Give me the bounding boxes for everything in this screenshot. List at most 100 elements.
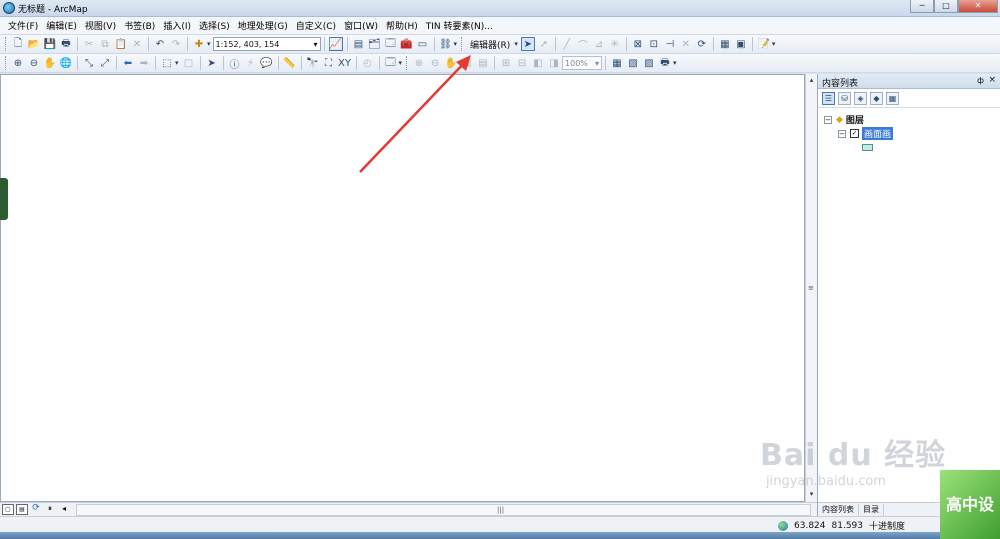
table-icon[interactable]: ▤	[352, 37, 366, 51]
edit-vertices-icon[interactable]: ⊠	[631, 37, 645, 51]
rotate-icon[interactable]: ⟳	[695, 37, 709, 51]
delete-icon[interactable]: ✕	[130, 37, 144, 51]
toolbar-overflow-icon[interactable]: ▾	[673, 59, 677, 67]
collapse-icon[interactable]: −	[824, 115, 832, 124]
chevron-down-icon[interactable]: ▾	[514, 40, 518, 48]
options-icon[interactable]: ▦	[886, 91, 899, 105]
zoom-whole-page-icon[interactable]: ▣	[460, 56, 474, 70]
identify-icon[interactable]: ⓘ	[228, 56, 242, 71]
open-icon[interactable]: 📂	[27, 37, 41, 51]
toc-symbol-row[interactable]	[862, 144, 873, 151]
menu-insert[interactable]: 插入(I)	[159, 19, 195, 32]
attributes-icon[interactable]: ▦	[718, 37, 732, 51]
collapsed-window-tab[interactable]	[0, 178, 8, 220]
close-button[interactable]: ✕	[958, 0, 998, 13]
pin-icon[interactable]: ф	[977, 76, 984, 85]
redo-icon[interactable]: ↷	[169, 37, 183, 51]
menu-file[interactable]: 文件(F)	[4, 19, 42, 32]
menu-customize[interactable]: 自定义(C)	[292, 19, 340, 32]
toolbar-grip[interactable]	[5, 37, 8, 51]
sketch-properties-icon[interactable]: ▣	[734, 37, 748, 51]
list-by-selection-icon[interactable]: ◆	[870, 91, 883, 105]
print-icon[interactable]: 🖶	[59, 37, 73, 51]
paste-icon[interactable]: 📋	[114, 37, 128, 51]
back-icon[interactable]: ⬅	[121, 56, 135, 70]
toolbar-grip[interactable]	[406, 56, 409, 70]
map-horizontal-scrollbar[interactable]: |||	[76, 503, 811, 516]
focus-data-frame-icon[interactable]: ▧	[626, 56, 640, 70]
hyperlink-icon[interactable]: ⚡	[244, 56, 258, 70]
edit-tool-icon[interactable]: ➤	[520, 37, 535, 51]
scroll-up-icon[interactable]: ▴	[806, 76, 817, 86]
go-to-xy-icon[interactable]: XY	[338, 56, 352, 70]
toc-layer-row[interactable]: − ✓ 画面画	[838, 127, 894, 140]
menu-help[interactable]: 帮助(H)	[382, 19, 422, 32]
new-icon[interactable]: 🗋	[11, 37, 25, 51]
toolbar-overflow-icon[interactable]: ▾	[399, 59, 403, 67]
undo-icon[interactable]: ↶	[153, 37, 167, 51]
scroll-left-icon[interactable]: ◂	[58, 504, 70, 515]
layout-view-button[interactable]: ▤	[16, 504, 28, 515]
maximize-button[interactable]: □	[934, 0, 958, 13]
chevron-down-icon[interactable]: ▾	[175, 59, 179, 67]
toolbar-overflow-icon[interactable]: ▾	[772, 40, 776, 48]
menu-geoprocessing[interactable]: 地理处理(G)	[234, 19, 292, 32]
map-display[interactable]	[0, 74, 805, 502]
pause-drawing-button[interactable]: ⏸	[44, 504, 56, 515]
menu-edit[interactable]: 编辑(E)	[42, 19, 81, 32]
forward-icon[interactable]: ➡	[137, 56, 151, 70]
point-icon[interactable]: ✳	[608, 37, 622, 51]
layout-zoom-out-icon[interactable]: ⊖	[428, 56, 442, 70]
full-extent-icon[interactable]: 🌐	[59, 56, 73, 70]
menu-bookmarks[interactable]: 书签(B)	[120, 19, 159, 32]
select-features-icon[interactable]: ⬚	[160, 56, 174, 70]
scroll-thumb[interactable]: ≡	[808, 284, 815, 292]
list-by-visibility-icon[interactable]: ◈	[854, 91, 867, 105]
scroll-thumb[interactable]: |||	[497, 506, 504, 514]
list-by-drawing-order-icon[interactable]: ☰	[822, 91, 835, 105]
html-popup-icon[interactable]: 💬	[260, 56, 274, 70]
forward-extent-layout-icon[interactable]: ◨	[547, 56, 561, 70]
menu-tin-to-features[interactable]: TIN 转要素(N)...	[422, 19, 497, 32]
create-features-icon[interactable]: 📝	[757, 37, 771, 51]
find-route-icon[interactable]: ⛶	[322, 56, 336, 70]
save-icon[interactable]: 💾	[43, 37, 57, 51]
list-by-source-icon[interactable]: ⛁	[838, 91, 851, 105]
refresh-button[interactable]: ⟳	[30, 504, 42, 515]
construction-tools-icon[interactable]: ⊿	[592, 37, 606, 51]
toolbar-grip[interactable]	[461, 37, 464, 51]
toggle-draft-mode-icon[interactable]: ▦	[610, 56, 624, 70]
change-layout-icon[interactable]: ▨	[642, 56, 656, 70]
select-elements-icon[interactable]: ➤	[205, 56, 219, 70]
measure-icon[interactable]: 📏	[283, 56, 297, 70]
reshape-icon[interactable]: ⊡	[647, 37, 661, 51]
copy-icon[interactable]: ⧉	[98, 37, 112, 51]
editor-toolbar-icon[interactable]: 📈	[328, 37, 343, 51]
zoom-100-icon[interactable]: ▤	[476, 56, 490, 70]
menu-windows[interactable]: 窗口(W)	[340, 19, 382, 32]
editor-menu-button[interactable]: 编辑器(R)	[466, 38, 514, 51]
chevron-down-icon[interactable]: ▾	[207, 40, 211, 48]
cut-polygon-icon[interactable]: ⊣	[663, 37, 677, 51]
toc-root-row[interactable]: − ◆ 图层	[824, 113, 864, 126]
layer-name[interactable]: 画面画	[862, 127, 894, 140]
arctoolbox-icon[interactable]: 🧰	[400, 37, 414, 51]
python-window-icon[interactable]: ▭	[416, 37, 430, 51]
fixed-zoom-out-icon[interactable]: ⤢	[98, 56, 112, 70]
add-data-icon[interactable]: ✚	[192, 37, 206, 51]
fixed-zoom-out-layout-icon[interactable]: ⊟	[515, 56, 529, 70]
edit-annotation-icon[interactable]: ➚	[537, 37, 551, 51]
data-view-button[interactable]: ▢	[2, 504, 14, 515]
data-driven-pages-icon[interactable]: 🖶	[658, 56, 672, 70]
zoom-in-icon[interactable]: ⊕	[11, 56, 25, 70]
close-icon[interactable]: ×	[988, 75, 996, 85]
split-icon[interactable]: ✕	[679, 37, 693, 51]
straight-segment-icon[interactable]: ╱	[560, 37, 574, 51]
zoom-out-icon[interactable]: ⊖	[27, 56, 41, 70]
layer-symbol-swatch[interactable]	[862, 144, 873, 151]
menu-view[interactable]: 视图(V)	[81, 19, 120, 32]
collapse-icon[interactable]: −	[838, 129, 846, 138]
menu-selection[interactable]: 选择(S)	[195, 19, 234, 32]
back-extent-layout-icon[interactable]: ◧	[531, 56, 545, 70]
search-window-icon[interactable]: 🗔	[384, 37, 398, 51]
